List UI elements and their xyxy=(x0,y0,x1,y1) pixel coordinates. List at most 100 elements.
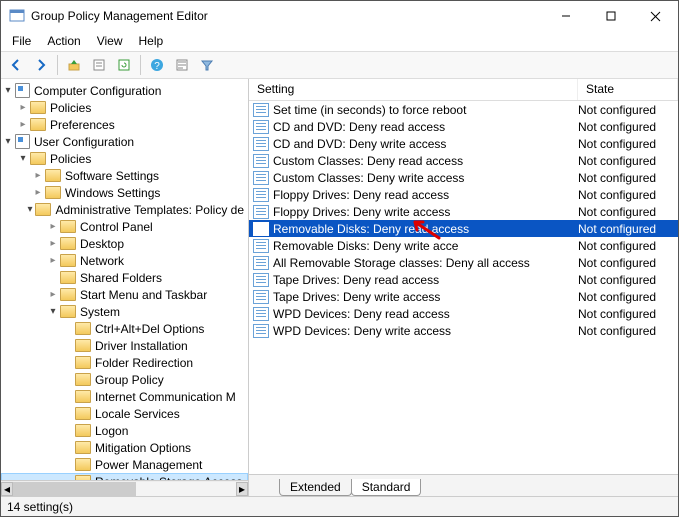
tree-node[interactable]: Preferences xyxy=(1,116,248,133)
horizontal-scrollbar[interactable]: ◂ ▸ xyxy=(1,480,248,496)
setting-row[interactable]: Custom Classes: Deny write accessNot con… xyxy=(249,169,678,186)
expand-toggle[interactable] xyxy=(16,119,30,130)
menu-help[interactable]: Help xyxy=(132,32,171,50)
policy-icon xyxy=(253,171,269,185)
setting-row[interactable]: Floppy Drives: Deny write accessNot conf… xyxy=(249,203,678,220)
tree-node[interactable]: Shared Folders xyxy=(1,269,248,286)
detail-tabs: Extended Standard xyxy=(249,474,678,496)
tree-node[interactable]: System xyxy=(1,303,248,320)
tree-label: Start Menu and Taskbar xyxy=(80,288,207,302)
tree-node[interactable]: Logon xyxy=(1,422,248,439)
help-button[interactable]: ? xyxy=(146,54,168,76)
column-state[interactable]: State xyxy=(578,79,678,100)
settings-list[interactable]: Set time (in seconds) to force rebootNot… xyxy=(249,101,678,474)
tree-scroll[interactable]: Computer ConfigurationPoliciesPreference… xyxy=(1,79,248,480)
expand-toggle[interactable] xyxy=(46,238,60,249)
tree-node[interactable]: Windows Settings xyxy=(1,184,248,201)
setting-row[interactable]: All Removable Storage classes: Deny all … xyxy=(249,254,678,271)
menu-action[interactable]: Action xyxy=(40,32,87,50)
tree-node[interactable]: Internet Communication M xyxy=(1,388,248,405)
column-setting[interactable]: Setting xyxy=(249,79,578,100)
setting-row[interactable]: Floppy Drives: Deny read accessNot confi… xyxy=(249,186,678,203)
gpme-window: Group Policy Management Editor File Acti… xyxy=(0,0,679,517)
tree-node[interactable]: Policies xyxy=(1,99,248,116)
setting-state: Not configured xyxy=(578,120,678,134)
tab-standard[interactable]: Standard xyxy=(351,479,422,496)
setting-row[interactable]: WPD Devices: Deny write accessNot config… xyxy=(249,322,678,339)
menubar: File Action View Help xyxy=(1,31,678,51)
setting-state: Not configured xyxy=(578,273,678,287)
tree-node[interactable]: Computer Configuration xyxy=(1,82,248,99)
setting-row[interactable]: CD and DVD: Deny read accessNot configur… xyxy=(249,118,678,135)
folder-icon xyxy=(75,424,91,437)
expand-toggle[interactable] xyxy=(31,187,45,198)
tree-node[interactable]: Removable Storage Access xyxy=(1,473,248,480)
filter-button[interactable] xyxy=(196,54,218,76)
expand-toggle[interactable] xyxy=(25,204,36,215)
expand-toggle[interactable] xyxy=(31,170,45,181)
setting-row[interactable]: Tape Drives: Deny read accessNot configu… xyxy=(249,271,678,288)
setting-row[interactable]: WPD Devices: Deny read accessNot configu… xyxy=(249,305,678,322)
expand-toggle[interactable] xyxy=(1,85,15,96)
tree-label: Control Panel xyxy=(80,220,153,234)
policy-icon xyxy=(253,256,269,270)
filter-options-button[interactable] xyxy=(171,54,193,76)
setting-row[interactable]: Tape Drives: Deny write accessNot config… xyxy=(249,288,678,305)
tree-node[interactable]: Folder Redirection xyxy=(1,354,248,371)
tree-node[interactable]: Start Menu and Taskbar xyxy=(1,286,248,303)
tree-node[interactable]: Desktop xyxy=(1,235,248,252)
properties-button[interactable] xyxy=(88,54,110,76)
expand-toggle[interactable] xyxy=(16,153,30,164)
expand-toggle[interactable] xyxy=(16,102,30,113)
setting-name: CD and DVD: Deny write access xyxy=(273,137,578,151)
tree-node[interactable]: Locale Services xyxy=(1,405,248,422)
tree-node[interactable]: Software Settings xyxy=(1,167,248,184)
tree-node[interactable]: Driver Installation xyxy=(1,337,248,354)
setting-row[interactable]: Custom Classes: Deny read accessNot conf… xyxy=(249,152,678,169)
expand-toggle[interactable] xyxy=(46,255,60,266)
folder-icon xyxy=(60,271,76,284)
setting-row[interactable]: Removable Disks: Deny write acceNot conf… xyxy=(249,237,678,254)
setting-state: Not configured xyxy=(578,205,678,219)
minimize-button[interactable] xyxy=(543,1,588,31)
setting-state: Not configured xyxy=(578,188,678,202)
tree-label: Software Settings xyxy=(65,169,159,183)
expand-toggle[interactable] xyxy=(46,289,60,300)
list-pane: Setting State Set time (in seconds) to f… xyxy=(249,79,678,496)
expand-toggle[interactable] xyxy=(46,221,60,232)
setting-name: Removable Disks: Deny write acce xyxy=(273,239,578,253)
setting-row[interactable]: Removable Disks: Deny read accessNot con… xyxy=(249,220,678,237)
folder-icon xyxy=(75,322,91,335)
tree-node[interactable]: Power Management xyxy=(1,456,248,473)
tree-label: Folder Redirection xyxy=(95,356,193,370)
setting-row[interactable]: Set time (in seconds) to force rebootNot… xyxy=(249,101,678,118)
expand-toggle[interactable] xyxy=(46,306,60,317)
expand-toggle[interactable] xyxy=(1,136,15,147)
tree-label: Preferences xyxy=(50,118,115,132)
tree-node[interactable]: Mitigation Options xyxy=(1,439,248,456)
tree-node[interactable]: Ctrl+Alt+Del Options xyxy=(1,320,248,337)
folder-icon xyxy=(60,254,76,267)
tree-node[interactable]: Control Panel xyxy=(1,218,248,235)
tree-node[interactable]: Group Policy xyxy=(1,371,248,388)
tree-node[interactable]: Network xyxy=(1,252,248,269)
menu-file[interactable]: File xyxy=(5,32,38,50)
forward-button[interactable] xyxy=(30,54,52,76)
tree-node[interactable]: Policies xyxy=(1,150,248,167)
policy-icon xyxy=(253,137,269,151)
setting-row[interactable]: CD and DVD: Deny write accessNot configu… xyxy=(249,135,678,152)
tab-extended[interactable]: Extended xyxy=(279,479,352,496)
titlebar[interactable]: Group Policy Management Editor xyxy=(1,1,678,31)
close-button[interactable] xyxy=(633,1,678,31)
config-icon xyxy=(15,134,30,149)
toolbar-sep xyxy=(140,55,141,75)
refresh-button[interactable] xyxy=(113,54,135,76)
tree-node[interactable]: Administrative Templates: Policy de xyxy=(1,201,248,218)
policy-icon xyxy=(253,239,269,253)
back-button[interactable] xyxy=(5,54,27,76)
tree-node[interactable]: User Configuration xyxy=(1,133,248,150)
maximize-button[interactable] xyxy=(588,1,633,31)
up-button[interactable] xyxy=(63,54,85,76)
folder-icon xyxy=(60,237,76,250)
menu-view[interactable]: View xyxy=(90,32,130,50)
